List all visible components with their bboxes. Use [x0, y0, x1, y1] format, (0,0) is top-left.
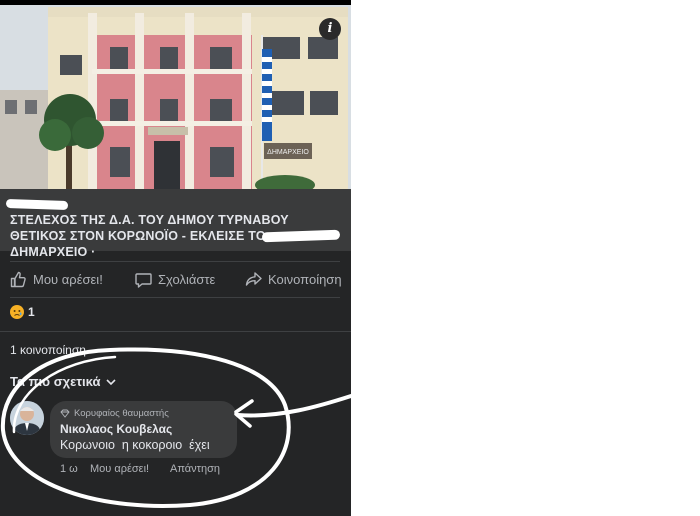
share-icon [245, 271, 262, 286]
person-photo [10, 401, 44, 435]
chevron-down-icon [106, 378, 117, 385]
share-count[interactable]: 1 κοινοποίηση [10, 343, 86, 357]
comment-like-link[interactable]: Μου αρέσει! [90, 463, 149, 475]
section-separator [0, 331, 351, 332]
sad-reaction-icon [10, 305, 24, 319]
comment-time[interactable]: 1 ω [60, 463, 78, 475]
share-button[interactable]: Κοινοποίηση [245, 266, 342, 292]
like-label: Μου αρέσει! [33, 271, 103, 287]
top-fan-badge: Κορυφαίος θαυμαστής [60, 408, 169, 419]
building-sign-text: ΔΗΜΑΡΧΕΙΟ [267, 149, 309, 156]
info-icon[interactable]: i [319, 18, 341, 40]
divider [10, 297, 340, 298]
badge-label: Κορυφαίος θαυμαστής [74, 408, 169, 419]
diamond-icon [60, 409, 70, 418]
comment-author[interactable]: Νικολαος Κουβελας [60, 422, 172, 436]
comment-label: Σχολιάστε [158, 271, 216, 287]
like-button[interactable]: Μου αρέσει! [10, 266, 103, 292]
reaction-summary[interactable]: 1 [10, 305, 35, 319]
building-photo: ΔΗΜΑΡΧΕΙΟ [0, 5, 351, 189]
comment-button[interactable]: Σχολιάστε [135, 266, 215, 292]
avatar[interactable] [10, 401, 44, 435]
thumbs-up-icon [10, 271, 26, 287]
comment-reply-link[interactable]: Απάντηση [170, 463, 220, 475]
comment-sort-dropdown[interactable]: Τα πιο σχετικά [10, 374, 117, 389]
sort-label: Τα πιο σχετικά [10, 374, 101, 389]
share-label: Κοινοποίηση [268, 271, 342, 287]
comment-icon [135, 272, 152, 288]
facebook-post-screen: ΔΗΜΑΡΧΕΙΟ i ...OM ΣΤΕΛΕΧΟΣ ΤΗΣ Δ.Α [0, 0, 351, 516]
post-image[interactable]: ΔΗΜΑΡΧΕΙΟ i [0, 5, 351, 189]
comment-text: Κορωνοιο η κοκοροιο έχει [60, 438, 210, 452]
reaction-count: 1 [28, 305, 35, 319]
divider [10, 261, 340, 262]
